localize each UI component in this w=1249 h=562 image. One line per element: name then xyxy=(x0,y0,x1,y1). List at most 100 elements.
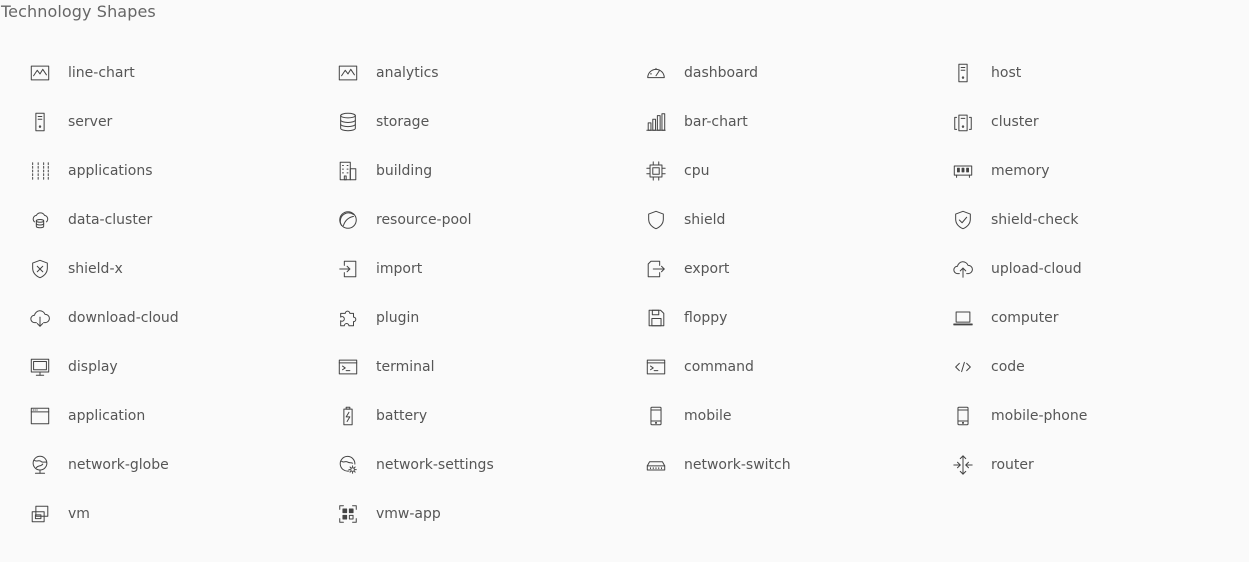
shape-item-data-cluster[interactable]: data-cluster xyxy=(28,195,336,244)
shape-item-network-switch[interactable]: network-switch xyxy=(644,440,951,489)
shape-item-export[interactable]: export xyxy=(644,244,951,293)
shape-label: mobile-phone xyxy=(991,407,1088,424)
shape-label: data-cluster xyxy=(68,211,153,228)
vm-icon xyxy=(28,502,52,526)
analytics-icon xyxy=(336,61,360,85)
export-icon xyxy=(644,257,668,281)
shape-label: download-cloud xyxy=(68,309,179,326)
shape-grid: line-chart analytics dashboard host serv… xyxy=(28,48,1241,538)
page-title: Technology Shapes xyxy=(1,2,156,21)
shape-item-vmw-app[interactable]: vmw-app xyxy=(336,489,644,538)
shape-item-computer[interactable]: computer xyxy=(951,293,1241,342)
shield-x-icon xyxy=(28,257,52,281)
shape-label: shield-x xyxy=(68,260,123,277)
computer-icon xyxy=(951,306,975,330)
shape-label: bar-chart xyxy=(684,113,748,130)
network-globe-icon xyxy=(28,453,52,477)
shape-label: vmw-app xyxy=(376,505,441,522)
shape-item-command[interactable]: command xyxy=(644,342,951,391)
shape-item-upload-cloud[interactable]: upload-cloud xyxy=(951,244,1241,293)
shape-label: export xyxy=(684,260,730,277)
shape-label: terminal xyxy=(376,358,435,375)
shape-label: battery xyxy=(376,407,428,424)
shape-item-cluster[interactable]: cluster xyxy=(951,97,1241,146)
shape-item-display[interactable]: display xyxy=(28,342,336,391)
bar-chart-icon xyxy=(644,110,668,134)
shape-item-code[interactable]: code xyxy=(951,342,1241,391)
shape-label: router xyxy=(991,456,1034,473)
shape-item-analytics[interactable]: analytics xyxy=(336,48,644,97)
shape-item-memory[interactable]: memory xyxy=(951,146,1241,195)
shape-item-storage[interactable]: storage xyxy=(336,97,644,146)
shape-item-shield-check[interactable]: shield-check xyxy=(951,195,1241,244)
network-switch-icon xyxy=(644,453,668,477)
shape-label: memory xyxy=(991,162,1050,179)
display-icon xyxy=(28,355,52,379)
shape-item-network-globe[interactable]: network-globe xyxy=(28,440,336,489)
shape-label: storage xyxy=(376,113,430,130)
shape-item-import[interactable]: import xyxy=(336,244,644,293)
terminal-icon xyxy=(336,355,360,379)
shape-label: floppy xyxy=(684,309,728,326)
vmw-app-icon xyxy=(336,502,360,526)
plugin-icon xyxy=(336,306,360,330)
shield-check-icon xyxy=(951,208,975,232)
data-cluster-icon xyxy=(28,208,52,232)
shape-item-bar-chart[interactable]: bar-chart xyxy=(644,97,951,146)
shape-item-download-cloud[interactable]: download-cloud xyxy=(28,293,336,342)
shape-label: code xyxy=(991,358,1025,375)
shape-item-line-chart[interactable]: line-chart xyxy=(28,48,336,97)
shape-item-plugin[interactable]: plugin xyxy=(336,293,644,342)
command-icon xyxy=(644,355,668,379)
download-cloud-icon xyxy=(28,306,52,330)
host-icon xyxy=(951,61,975,85)
shape-item-resource-pool[interactable]: resource-pool xyxy=(336,195,644,244)
memory-icon xyxy=(951,159,975,183)
shape-label: applications xyxy=(68,162,153,179)
shape-item-shield-x[interactable]: shield-x xyxy=(28,244,336,293)
shape-label: building xyxy=(376,162,433,179)
shape-item-cpu[interactable]: cpu xyxy=(644,146,951,195)
shape-label: cpu xyxy=(684,162,710,179)
floppy-icon xyxy=(644,306,668,330)
shape-item-floppy[interactable]: floppy xyxy=(644,293,951,342)
shape-label: network-settings xyxy=(376,456,494,473)
shape-label: upload-cloud xyxy=(991,260,1082,277)
shape-label: display xyxy=(68,358,118,375)
storage-icon xyxy=(336,110,360,134)
dashboard-icon xyxy=(644,61,668,85)
shape-item-mobile[interactable]: mobile xyxy=(644,391,951,440)
applications-icon xyxy=(28,159,52,183)
shape-label: dashboard xyxy=(684,64,759,81)
shape-item-network-settings[interactable]: network-settings xyxy=(336,440,644,489)
building-icon xyxy=(336,159,360,183)
shape-item-mobile-phone[interactable]: mobile-phone xyxy=(951,391,1241,440)
shape-item-building[interactable]: building xyxy=(336,146,644,195)
shape-label: mobile xyxy=(684,407,732,424)
shape-item-shield[interactable]: shield xyxy=(644,195,951,244)
mobile-icon xyxy=(644,404,668,428)
shape-label: analytics xyxy=(376,64,439,81)
shape-label: network-switch xyxy=(684,456,791,473)
shape-label: network-globe xyxy=(68,456,169,473)
cpu-icon xyxy=(644,159,668,183)
shape-item-application[interactable]: application xyxy=(28,391,336,440)
shape-item-vm[interactable]: vm xyxy=(28,489,336,538)
application-icon xyxy=(28,404,52,428)
network-settings-icon xyxy=(336,453,360,477)
shape-item-host[interactable]: host xyxy=(951,48,1241,97)
shape-label: shield-check xyxy=(991,211,1079,228)
upload-cloud-icon xyxy=(951,257,975,281)
shape-item-server[interactable]: server xyxy=(28,97,336,146)
shape-item-terminal[interactable]: terminal xyxy=(336,342,644,391)
shape-item-battery[interactable]: battery xyxy=(336,391,644,440)
shape-label: application xyxy=(68,407,146,424)
shape-label: command xyxy=(684,358,754,375)
shape-label: server xyxy=(68,113,113,130)
shape-label: shield xyxy=(684,211,726,228)
shape-item-dashboard[interactable]: dashboard xyxy=(644,48,951,97)
shape-label: line-chart xyxy=(68,64,135,81)
shape-item-applications[interactable]: applications xyxy=(28,146,336,195)
shape-item-router[interactable]: router xyxy=(951,440,1241,489)
line-chart-icon xyxy=(28,61,52,85)
